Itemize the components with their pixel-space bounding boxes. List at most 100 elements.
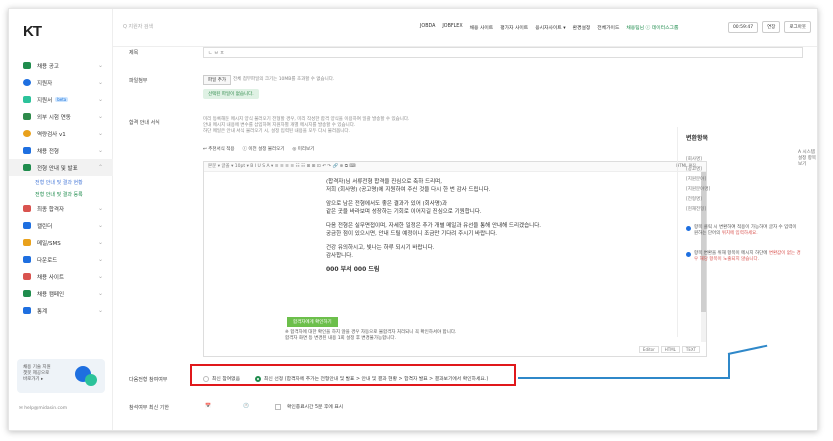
sidebar-item-competency[interactable]: 역량검사 v1 ⌄ — [9, 125, 113, 142]
topnav-guide[interactable]: 전체가이드 — [597, 24, 619, 31]
sidebar-item-campaign[interactable]: 채용 캠페인 ⌄ — [9, 285, 113, 302]
topnav-jobflex[interactable]: JOBFLEX — [442, 24, 462, 31]
sidebar-item-label: 채용 공고 — [37, 63, 59, 70]
body-text: 건강 유의하시고, 빛나는 하루 되시기 바랍니다. — [326, 245, 435, 251]
sidebar-item-label: 지원서 — [37, 97, 53, 104]
sidebar-item-recruit-site[interactable]: 채용 사이트 ⌄ — [9, 268, 113, 285]
rich-text-editor[interactable]: 본문 ▾ 글꼴 ▾ 10pt ▾ B I U S A ▾ ≡ ≡ ≡ ≡ ☷ ☷… — [203, 161, 707, 357]
sidebar-item-label: 채용 사이트 — [37, 274, 65, 281]
sidebar-item-download[interactable]: 다운로드 ⌄ — [9, 251, 113, 268]
logout-button[interactable]: 로그아웃 — [784, 21, 811, 33]
sidebar-item-application[interactable]: 지원서 beta ⌄ — [9, 91, 113, 108]
editor-toolbar[interactable]: 본문 ▾ 글꼴 ▾ 10pt ▾ B I U S A ▾ ≡ ≡ ≡ ≡ ☷ ☷… — [204, 162, 706, 172]
mode-html[interactable]: HTML — [660, 346, 680, 353]
note-part: 항목 변환을 위해 항목이 메시지 하단에 — [694, 251, 769, 256]
info-icon — [686, 252, 691, 257]
sidebar-item-statistics[interactable]: 통계 ⌄ — [9, 302, 113, 319]
variable-item[interactable]: [회사명] — [686, 155, 710, 165]
editor-body[interactable]: (합격자)님 서류전형 합격을 진심으로 축하 드리며, 저희 (회사명) (공고… — [326, 178, 686, 280]
variable-item[interactable]: [지원분야명] — [686, 185, 710, 195]
session-controls: 00:59:47 연장 로그아웃 — [727, 21, 811, 33]
variable-item[interactable]: [현재전형] — [686, 205, 710, 215]
applicant-search-input[interactable]: Q 지원자 검색 — [123, 23, 153, 30]
calendar-icon[interactable]: 📅 — [205, 404, 211, 409]
mode-text[interactable]: TEXT — [681, 346, 700, 353]
topnav-applicant-site[interactable]: 응시자사이트 ▾ — [535, 24, 565, 31]
sidebar-item-applicants[interactable]: 지원자 ⌄ — [9, 74, 113, 91]
body-line: 다음 전형은 실무면접이며, 자세한 일정은 추가 개별 메일과 유선을 통해 … — [326, 222, 686, 238]
callout-line — [518, 377, 730, 379]
mode-editor[interactable]: Editor — [638, 346, 659, 353]
confirm-pass-button[interactable]: 합격자에게 확인하기 — [287, 317, 338, 327]
body-text: 궁금한 점이 있으시면, 안내 드릴 예정이니 조금만 기다려 주시기 바랍니다… — [326, 231, 498, 237]
sidebar-item-job-posting[interactable]: 채용 공고 ⌄ — [9, 57, 113, 74]
no-file-status: 선택된 파일이 없습니다. — [203, 89, 259, 99]
variable-panel-title: 변환항목 — [686, 135, 709, 142]
chevron-down-icon: ⌄ — [97, 222, 103, 229]
chevron-down-icon: ⌄ — [97, 290, 103, 297]
template-tools: ↩ 추천서식 적용 ⓘ 이전 설정 불러오기 ◎ 미리보기 — [203, 147, 314, 153]
next-step-label: 다음전형 참여여부 — [129, 377, 168, 383]
sidebar-nav: 채용 공고 ⌄ 지원자 ⌄ 지원서 beta ⌄ 외부 시험 연동 ⌄ 역량검사 v1 ⌄… — [9, 57, 113, 319]
user-icon — [23, 79, 31, 86]
document-icon — [23, 96, 31, 103]
sidebar-item-mail-sms[interactable]: 메일/SMS ⌄ — [9, 234, 113, 251]
topnav-jobda[interactable]: JOBDA — [420, 24, 435, 31]
site-icon — [23, 273, 31, 280]
topnav-recruit-site[interactable]: 채용 사이트 — [470, 24, 494, 31]
top-bar: Q 지원자 검색 JOBDA JOBFLEX 채용 사이트 평가자 사이트 응시… — [113, 9, 817, 47]
statistics-icon — [23, 307, 31, 314]
checkbox-label: 확인종료시간 5분 후에 표시 — [286, 405, 344, 410]
support-email[interactable]: ✉ help@midasin.com — [19, 406, 67, 411]
chevron-down-icon: ⌄ — [97, 307, 103, 314]
pencil-icon — [23, 113, 31, 120]
topnav-settings[interactable]: 환경설정 — [573, 24, 591, 31]
clock-icon[interactable]: 🕐 — [243, 404, 249, 409]
extend-button[interactable]: 연장 — [762, 21, 781, 33]
sidebar-item-label: 다운로드 — [37, 257, 58, 264]
body-text: 같은 곳을 바라보며 성장하는 기회로 이어지길 진심으로 기원합니다. — [326, 209, 482, 215]
star-icon — [23, 130, 31, 137]
body-line: (합격자)님 서류전형 합격을 진심으로 축하 드리며, 저희 (회사명) (공고… — [326, 178, 686, 194]
sidebar-subitem-register[interactable]: 전형 안내 및 결과 등록 — [9, 188, 113, 200]
apply-template-button[interactable]: ↩ 추천서식 적용 — [203, 147, 234, 153]
chevron-down-icon: ⌄ — [97, 79, 103, 86]
chevron-down-icon: ⌄ — [97, 62, 103, 69]
editor-mode-tabs: Editor HTML TEXT — [638, 346, 700, 353]
chevron-down-icon: ⌄ — [97, 256, 103, 263]
sidebar-item-label: 외부 시험 연동 — [37, 114, 71, 121]
preview-button[interactable]: ◎ 미리보기 — [292, 147, 314, 153]
sidebar-subitem-status[interactable]: 전형 안내 및 결과 현황 — [9, 176, 113, 188]
variable-note: 항목 클릭 시 변환하여 적용이 가능하며 글자 수 입력이 원하는 단어의 위… — [686, 225, 801, 237]
calendar-icon — [23, 222, 31, 229]
topnav-user[interactable]: 채용팀님 ⓘ 데이터스그룹 — [626, 24, 678, 31]
body-text: 다음 전형은 실무면접이며, 자세한 일정은 추가 개별 메일과 유선을 통해 … — [326, 223, 542, 229]
variable-item[interactable]: [공고명] — [686, 165, 710, 175]
sidebar-item-calendar[interactable]: 캘린더 ⌄ — [9, 217, 113, 234]
sidebar-item-external-test[interactable]: 외부 시험 연동 ⌄ — [9, 108, 113, 125]
load-previous-button[interactable]: ⓘ 이전 설정 불러오기 — [242, 147, 284, 153]
chatbot-promo-banner[interactable]: 채용 기술 지원 챗봇 제공으로 바로가기 ▸ — [17, 359, 105, 393]
chevron-down-icon: ⌄ — [97, 239, 103, 246]
add-file-button[interactable]: 파일 추가 — [203, 75, 231, 85]
sidebar-item-label: 통계 — [37, 308, 48, 315]
sidebar-item-step-announce[interactable]: 전형 안내 및 발표 ⌃ — [9, 159, 113, 176]
sidebar-item-label: 채용 캠페인 — [37, 291, 65, 298]
announcement-icon — [23, 164, 31, 171]
variable-note: 항목 변환을 위해 항목이 메시지 하단에 변환값이 없는 경우 해당 항목이 … — [686, 251, 801, 263]
checkbox[interactable] — [274, 403, 281, 410]
chevron-down-icon: ⌄ — [97, 205, 103, 212]
note-highlight: 위치에 입력하세요. — [721, 231, 758, 236]
sidebar-item-recruit-step[interactable]: 채용 전형 ⌄ — [9, 142, 113, 159]
sidebar-item-final-pass[interactable]: 최종 합격자 ⌄ — [9, 200, 113, 217]
title-input[interactable]: ㄴ ㅂ ㅍ — [203, 47, 803, 58]
logo[interactable]: KT — [23, 23, 42, 40]
callout-line — [728, 354, 730, 379]
chevron-up-icon: ⌃ — [97, 164, 103, 171]
variable-item[interactable]: [전형명] — [686, 195, 710, 205]
body-text: 감사합니다. — [326, 253, 354, 259]
body-text: 저희 (회사명) (공고명)에 지원하여 주신 것을 다시 한 번 감사 드립니… — [326, 187, 491, 193]
variable-item[interactable]: [지원분야] — [686, 175, 710, 185]
sidebar-item-label: 역량검사 v1 — [37, 131, 66, 138]
topnav-evaluator-site[interactable]: 평가자 사이트 — [500, 24, 528, 31]
